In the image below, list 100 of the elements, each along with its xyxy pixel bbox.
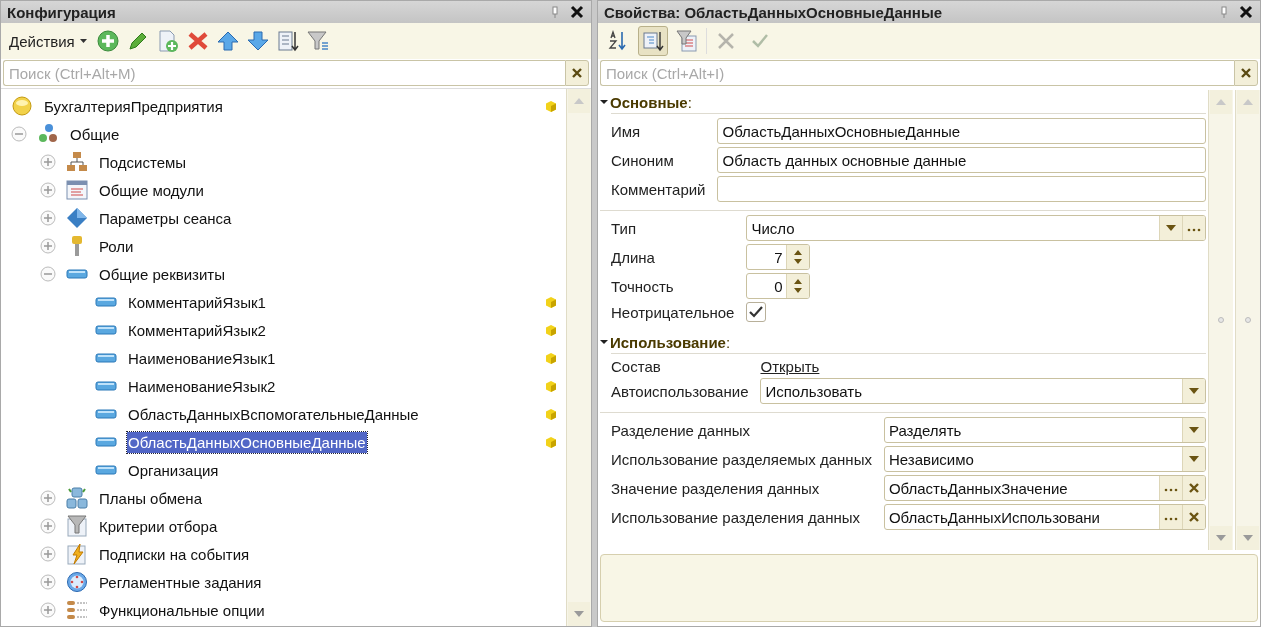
scroll-up-icon[interactable] [1215,98,1227,106]
tree-item[interactable]: Общие реквизиты [98,263,226,285]
scroll-up-icon[interactable] [573,97,585,105]
property-label: Использование разделения данных [611,508,861,526]
text-field[interactable]: Область данных основные данные [717,147,1206,173]
section-title[interactable]: Основные: [610,93,692,111]
actions-menu[interactable]: Действия [7,32,89,50]
add-document-icon[interactable] [156,30,179,52]
property-label: Комментарий [611,180,707,198]
property-label: Значение разделения данных [611,479,821,497]
tree-item[interactable]: Параметры сеанса [98,207,233,229]
collapse-icon[interactable] [600,99,608,105]
tree-item[interactable]: ОбластьДанныхВспомогательныеДанные [127,403,420,425]
search-field[interactable]: Поиск (Ctrl+Alt+I) [600,60,1234,86]
pin-icon[interactable] [1220,5,1228,19]
tree-item[interactable]: Подсистемы [98,151,188,173]
spin-arrows-icon[interactable] [793,249,804,265]
dropdown-arrow-icon[interactable] [1188,387,1200,395]
scroll-thumb-icon[interactable] [1245,317,1251,323]
close-icon[interactable] [569,4,585,20]
choice-field[interactable]: ОбластьДанныхИспользовани [883,504,1206,530]
number-field[interactable]: 0 [746,273,811,299]
add-icon[interactable] [96,30,119,52]
lightning-icon [66,543,88,565]
expand-icon[interactable] [40,602,56,618]
funnel-icon [66,515,88,537]
tree-item[interactable]: Организация [127,459,220,481]
diamond-icon [66,207,88,229]
delete-icon[interactable] [186,30,209,52]
tree-item[interactable]: Регламентные задания [98,571,263,593]
expand-icon[interactable] [40,546,56,562]
property-label: Состав [611,358,662,375]
pencil-icon[interactable] [126,30,149,52]
tree-item[interactable]: НаименованиеЯзык1 [127,347,277,369]
scrollbar[interactable] [1208,90,1233,550]
expand-icon[interactable] [40,210,56,226]
scroll-up-icon[interactable] [1242,98,1254,106]
dots-icon [37,123,59,145]
dropdown-field[interactable]: Разделять [883,417,1206,443]
expand-icon[interactable] [40,490,56,506]
scrollbar[interactable] [566,89,591,626]
section-title[interactable]: Использование: [610,333,731,351]
checkbox[interactable] [746,302,767,322]
property-label: Точность [611,277,675,295]
tree-item[interactable]: БухгалтерияПредприятия [43,95,224,117]
hierarchy-icon [66,151,88,173]
scroll-down-icon[interactable] [573,610,585,618]
collapse-icon[interactable] [600,339,608,345]
clear-icon[interactable] [1188,482,1200,494]
open-link[interactable]: Открыть [760,358,820,375]
property-label: Имя [611,122,642,140]
scroll-down-icon[interactable] [1242,534,1254,542]
tree-item[interactable]: Общие [69,123,121,145]
circle-icon [11,95,33,117]
pin-icon[interactable] [551,5,559,19]
dropdown-arrow-icon[interactable] [1188,426,1200,434]
tree-item[interactable]: Планы обмена [98,487,203,509]
tree-item[interactable]: ОбластьДанныхОсновныеДанные [127,431,367,453]
dropdown-arrow-icon[interactable] [1188,455,1200,463]
expand-icon[interactable] [40,574,56,590]
expand-icon[interactable] [40,518,56,534]
number-field[interactable]: 7 [746,244,811,270]
dropdown-field[interactable]: Число [746,215,1206,241]
search-field[interactable]: Поиск (Ctrl+Alt+M) [3,60,565,86]
tree-item[interactable]: Функциональные опции [98,599,266,621]
arrow-down-icon[interactable] [246,30,269,52]
list-icon [66,599,88,621]
tree-item[interactable]: КомментарийЯзык1 [127,291,267,313]
clear-icon[interactable] [1240,67,1252,79]
text-field[interactable]: ОбластьДанныхОсновныеДанные [717,118,1206,144]
close-icon[interactable] [1238,4,1254,20]
arrow-up-icon[interactable] [216,30,239,52]
tree-item[interactable]: КомментарийЯзык2 [127,319,267,341]
tree-item[interactable]: Подписки на события [98,543,251,565]
tree-item[interactable]: Общие модули [98,179,205,201]
dropdown-arrow-icon[interactable] [1165,224,1177,232]
clock-icon [66,571,88,593]
scrollbar[interactable] [1235,90,1260,550]
tree-item[interactable]: НаименованиеЯзык2 [127,375,277,397]
toolbar-button[interactable] [638,26,668,56]
checkmark-icon [749,306,764,318]
clear-icon[interactable] [571,67,583,79]
filter-icon[interactable] [306,30,329,52]
dropdown-field[interactable]: Использовать [760,378,1206,404]
expand-icon[interactable] [40,238,56,254]
sort-list-icon[interactable] [276,30,299,52]
spin-arrows-icon[interactable] [793,278,804,294]
expand-icon[interactable] [40,154,56,170]
dropdown-field[interactable]: Независимо [883,446,1206,472]
expand-icon[interactable] [40,182,56,198]
tree-item[interactable]: Критерии отбора [98,515,219,537]
property-label: Разделение данных [611,421,752,439]
choice-field[interactable]: ОбластьДанныхЗначение [883,475,1206,501]
clear-icon[interactable] [1188,511,1200,523]
panel-title: Свойства: ОбластьДанныхОсновныеДанные [604,3,944,21]
scroll-down-icon[interactable] [1215,534,1227,542]
text-field[interactable] [717,176,1206,202]
property-label: Длина [611,248,656,266]
tree-item[interactable]: Роли [98,235,135,257]
scroll-thumb-icon[interactable] [1218,317,1224,323]
